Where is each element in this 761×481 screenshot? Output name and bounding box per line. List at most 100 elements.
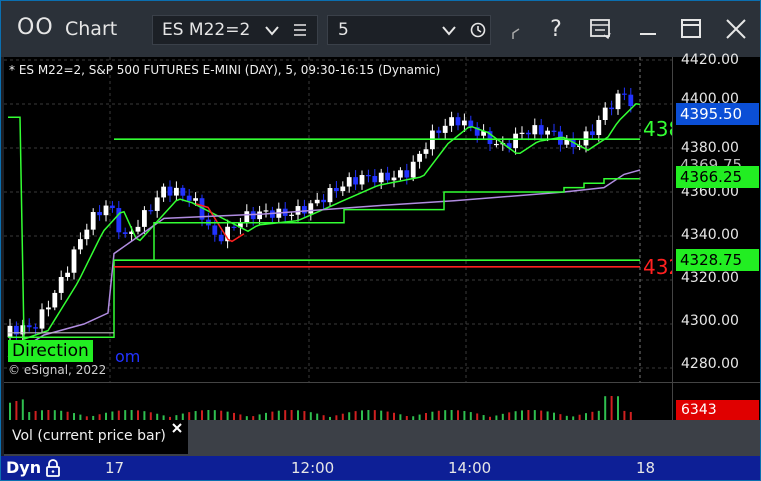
candle-body <box>398 170 403 178</box>
candle-body <box>462 120 467 126</box>
candle-body <box>442 125 448 133</box>
volume-bar <box>9 402 11 420</box>
volume-bar <box>348 412 351 420</box>
candle-body <box>110 205 115 209</box>
volume-bar <box>540 410 543 420</box>
time-tick: 17 <box>105 459 125 477</box>
candle-body <box>46 307 51 310</box>
list-icon[interactable] <box>293 23 307 37</box>
candle-body <box>602 107 608 120</box>
candle-body <box>545 130 550 135</box>
price-scale[interactable]: 4420.00 4400.00 4380.00 4360.00 4340.00 … <box>672 52 760 382</box>
volume-bar <box>130 410 133 420</box>
volume-bar <box>66 411 69 420</box>
candle-body <box>436 130 442 133</box>
candle-body <box>78 239 83 250</box>
lower-level-label: 4328.75 <box>676 249 759 271</box>
chevron-down-icon[interactable] <box>265 26 279 36</box>
volume-study-tag[interactable]: Vol (current price bar) <box>4 420 188 454</box>
candle-body <box>186 195 192 201</box>
close-icon[interactable] <box>725 18 747 40</box>
candle-body <box>71 249 77 273</box>
candle-body <box>622 93 627 95</box>
volume-bar <box>610 396 613 420</box>
volume-bar <box>591 411 594 420</box>
candle-body <box>590 131 595 136</box>
volume-bar <box>393 412 395 420</box>
template-icon[interactable] <box>589 18 613 40</box>
symbol-dropdown[interactable]: ES M22=2 <box>152 15 318 45</box>
candle-body <box>244 211 250 223</box>
volume-bar <box>380 410 383 420</box>
time-axis[interactable]: Dyn 17 12:00 14:00 18 <box>1 456 760 480</box>
volume-bar <box>60 410 63 420</box>
interval-value: 5 <box>338 20 349 40</box>
candle-body <box>404 170 410 178</box>
price-tick: 4420.00 <box>681 52 739 68</box>
maximize-icon[interactable] <box>680 18 702 40</box>
candle-body <box>513 133 518 149</box>
candle-body <box>615 93 621 110</box>
volume-bar <box>21 399 24 420</box>
interval-dropdown[interactable]: 5 <box>327 15 491 45</box>
candle-body <box>180 187 186 196</box>
volume-bar <box>53 410 56 420</box>
candle-body <box>33 327 38 329</box>
draw-tool-icon[interactable] <box>511 27 521 41</box>
price-chart[interactable]: * ES M22=2, S&P 500 FUTURES E-MINI (DAY)… <box>4 57 681 382</box>
candle-body <box>538 125 544 135</box>
chevron-down-icon[interactable] <box>442 26 456 36</box>
candle-body <box>340 186 346 192</box>
candle-body <box>295 206 301 215</box>
direction-suffix: om <box>115 347 141 366</box>
volume-bar <box>188 412 191 420</box>
candle-body <box>58 276 64 293</box>
volume-bar <box>117 410 120 420</box>
candle-body <box>148 210 154 212</box>
volume-bar <box>521 410 523 420</box>
close-study-icon[interactable] <box>171 422 183 434</box>
minimize-icon[interactable] <box>638 19 658 39</box>
volume-bar <box>527 410 530 420</box>
app-logo: OO <box>17 15 54 40</box>
title-bar[interactable]: OO Chart ES M22=2 5 ? <box>1 1 760 57</box>
volume-bar <box>597 410 600 420</box>
candle-body <box>26 325 32 328</box>
volume-bar <box>553 412 555 420</box>
price-tick: 4380.00 <box>681 140 739 156</box>
candle-body <box>289 214 294 216</box>
volume-bar <box>514 411 517 420</box>
volume-pane[interactable] <box>4 382 672 420</box>
candle-body <box>142 210 147 227</box>
last-price-label: 4395.50 <box>676 103 759 125</box>
volume-bar <box>143 411 146 420</box>
lock-icon[interactable] <box>44 458 62 478</box>
volume-bar <box>73 413 75 420</box>
candle-body <box>494 143 499 146</box>
time-tick: 12:00 <box>291 459 335 477</box>
mode-label[interactable]: Dyn <box>6 458 41 477</box>
volume-bar <box>469 412 472 420</box>
candle-body <box>449 117 454 126</box>
candle-body <box>154 197 160 211</box>
volume-canvas <box>9 396 632 420</box>
volume-bar <box>386 411 389 420</box>
chart-header: * ES M22=2, S&P 500 FUTURES E-MINI (DAY)… <box>9 63 441 77</box>
candle-body <box>65 272 70 277</box>
candle-body <box>334 187 339 192</box>
clock-icon[interactable] <box>470 22 486 38</box>
candle-body <box>410 161 416 178</box>
candle-body <box>167 186 173 196</box>
candle-body <box>455 117 461 126</box>
price-tick: 4280.00 <box>681 356 739 372</box>
price-chart-canvas[interactable] <box>4 57 672 382</box>
candle-body <box>353 177 358 185</box>
candle-body <box>551 130 557 132</box>
volume-bar <box>604 396 607 420</box>
volume-bar <box>137 410 139 420</box>
help-icon[interactable]: ? <box>541 15 571 45</box>
symbol-value: ES M22=2 <box>162 20 251 40</box>
volume-bar <box>207 410 210 420</box>
volume-bar <box>194 411 197 420</box>
volume-study-label: Vol (current price bar) <box>12 428 166 444</box>
